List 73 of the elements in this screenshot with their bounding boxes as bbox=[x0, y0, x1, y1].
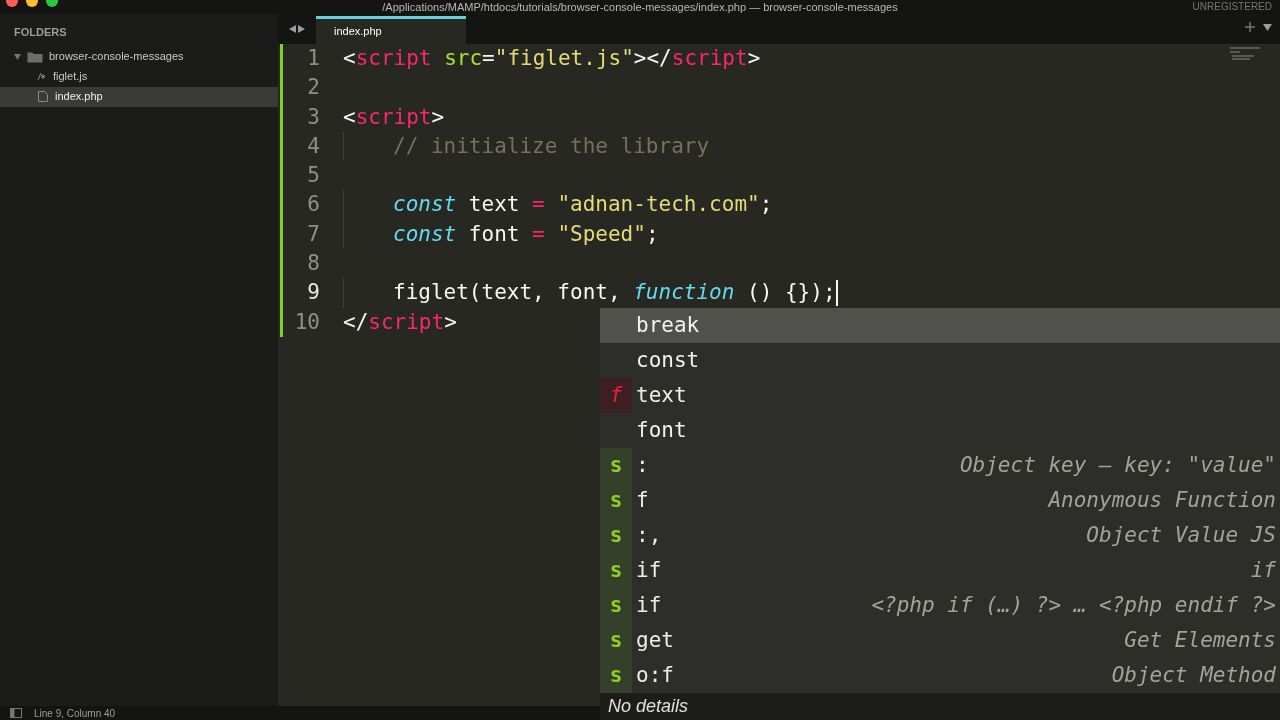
completion-item[interactable]: s get Get Elements bbox=[600, 623, 1280, 658]
text-cursor bbox=[835, 280, 838, 307]
file-icon bbox=[37, 90, 49, 103]
add-icon[interactable] bbox=[1245, 22, 1255, 32]
completion-label: : bbox=[635, 451, 649, 479]
completion-item[interactable]: s if if bbox=[600, 553, 1280, 588]
completion-label: if bbox=[635, 591, 662, 619]
line-number: 5 bbox=[306, 162, 321, 190]
completion-kind-badge: s bbox=[600, 448, 632, 483]
completion-item[interactable]: s if <?php if (…) ?> … <?php endif ?> bbox=[600, 588, 1280, 623]
code-line: figlet(text, font, function () {}); bbox=[393, 279, 836, 307]
completion-item[interactable]: s :, Object Value JS bbox=[600, 518, 1280, 553]
completion-item[interactable]: s o:f Object Method bbox=[600, 658, 1280, 693]
completion-kind-badge: s bbox=[600, 623, 632, 658]
completion-description: Anonymous Function bbox=[1048, 486, 1277, 514]
completion-label: f bbox=[635, 486, 649, 514]
completion-label: text bbox=[635, 381, 687, 409]
sidebar-header: FOLDERS bbox=[13, 25, 68, 40]
completion-label: get bbox=[635, 626, 674, 654]
completion-kind-badge: s bbox=[600, 483, 632, 518]
code-line: <script> bbox=[343, 103, 445, 131]
completion-item[interactable]: break bbox=[600, 308, 1280, 343]
file-item[interactable]: figlet.js bbox=[0, 66, 278, 87]
completion-label: :, bbox=[635, 521, 662, 549]
code-line: // initialize the library bbox=[393, 132, 710, 160]
completion-item[interactable]: s f Anonymous Function bbox=[600, 483, 1280, 518]
dropdown-icon[interactable] bbox=[1263, 23, 1272, 31]
line-number: 2 bbox=[306, 74, 321, 102]
completion-description: Object key — key: "value" bbox=[959, 451, 1277, 479]
line-number: 6 bbox=[306, 191, 321, 219]
completion-label: font bbox=[635, 416, 687, 444]
completion-description: Get Elements bbox=[1124, 626, 1277, 654]
line-number: 7 bbox=[306, 220, 321, 248]
completion-item[interactable]: f text bbox=[600, 378, 1280, 413]
file-item[interactable]: index.php bbox=[0, 86, 278, 107]
window-title: /Applications/MAMP/htdocs/tutorials/browser-console-messages/index.php — browser-console-messages bbox=[382, 1, 898, 13]
script-file-icon bbox=[37, 72, 47, 81]
completion-label: if bbox=[635, 556, 662, 584]
line-number: 8 bbox=[306, 250, 321, 278]
code-line: const text = "adnan-tech.com"; bbox=[393, 191, 773, 219]
completion-kind-badge: s bbox=[600, 588, 632, 623]
completion-item[interactable]: font bbox=[600, 413, 1280, 448]
completion-description: Object Method bbox=[1111, 661, 1277, 689]
completion-label: break bbox=[635, 311, 700, 339]
completion-kind-badge: s bbox=[600, 518, 632, 553]
line-number: 4 bbox=[306, 132, 321, 160]
completion-kind-badge: f bbox=[600, 378, 632, 413]
sidebar-toggle-icon[interactable] bbox=[10, 708, 22, 718]
completion-kind-badge: s bbox=[600, 658, 632, 693]
file-tab[interactable]: index.php bbox=[316, 16, 466, 44]
folder-item[interactable]: browser-console-messages bbox=[0, 46, 278, 67]
code-line: const font = "Speed"; bbox=[393, 220, 659, 248]
completion-item[interactable]: const bbox=[600, 343, 1280, 378]
forward-arrow-icon[interactable] bbox=[298, 25, 305, 33]
completion-description: <?php if (…) ?> … <?php endif ?> bbox=[871, 591, 1277, 619]
line-number: 10 bbox=[293, 308, 321, 336]
code-line: </script> bbox=[343, 308, 457, 336]
code-line: <script src="figlet.js"></script> bbox=[343, 45, 761, 72]
completion-kind-badge: s bbox=[600, 553, 632, 588]
completion-description: Object Value JS bbox=[1086, 521, 1277, 549]
completion-details: No details bbox=[608, 695, 689, 718]
cursor-position: Line 9, Column 40 bbox=[34, 706, 116, 720]
folder-icon bbox=[27, 50, 43, 63]
back-arrow-icon[interactable] bbox=[289, 25, 296, 33]
line-number: 9 bbox=[306, 279, 321, 307]
line-number: 3 bbox=[306, 103, 321, 131]
line-number: 1 bbox=[306, 45, 321, 72]
completion-label: o:f bbox=[635, 661, 674, 689]
completion-label: const bbox=[635, 346, 700, 374]
registration-label: UNREGISTERED bbox=[1192, 1, 1272, 13]
disclosure-icon[interactable] bbox=[14, 53, 21, 60]
completion-description: if bbox=[1250, 556, 1277, 584]
completion-item[interactable]: s : Object key — key: "value" bbox=[600, 448, 1280, 483]
